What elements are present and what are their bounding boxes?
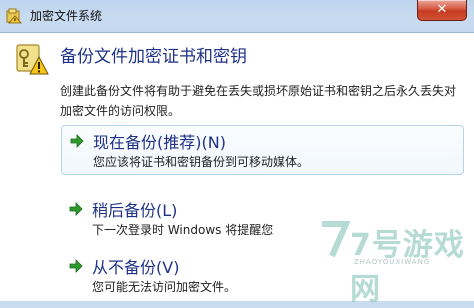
green-arrow-icon <box>70 134 84 148</box>
close-button[interactable]: ✕ <box>417 0 467 21</box>
option-title: 稍后备份(L) <box>92 201 178 220</box>
option-description: 下一次登录时 Windows 将提醒您 <box>92 223 274 237</box>
dialog-description: 创建此备份文件将有助于避免在丢失或损坏原始证书和密钥之后永久丢失对加密文件的访问… <box>60 84 457 118</box>
site-watermark: 7号游戏网 ZHAOYOUXIWANG <box>312 212 472 307</box>
green-arrow-icon <box>69 202 83 216</box>
title-bar: 加密文件系统 ✕ <box>0 0 474 32</box>
watermark-subtitle: ZHAOYOUXIWANG <box>354 258 431 266</box>
option-description: 您可能无法访问加密文件。 <box>92 280 237 294</box>
option-title: 现在备份(推荐)(N) <box>93 133 226 152</box>
window-title: 加密文件系统 <box>30 9 103 23</box>
certificate-folder-icon <box>6 8 22 24</box>
option-backup-now[interactable]: 现在备份(推荐)(N) 您应该将证书和密钥备份到可移动媒体。 <box>61 125 464 175</box>
watermark-logo-icon <box>322 221 350 258</box>
option-description: 您应该将证书和密钥备份到可移动媒体。 <box>93 155 310 169</box>
option-title: 从不备份(V) <box>92 258 180 277</box>
dialog-heading: 备份文件加密证书和密钥 <box>60 47 247 67</box>
green-arrow-icon <box>69 259 83 273</box>
certificate-warning-icon <box>16 44 49 75</box>
